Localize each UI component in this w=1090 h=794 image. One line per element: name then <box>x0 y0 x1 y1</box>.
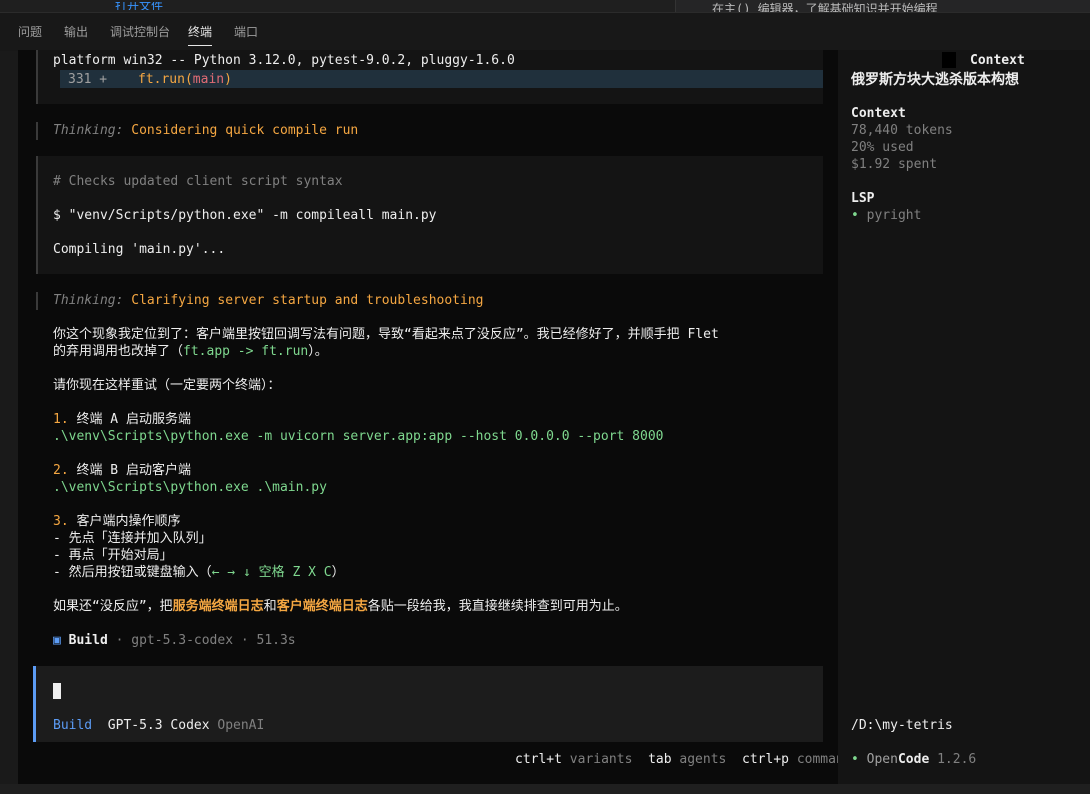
opencode-brand: • OpenCode 1.2.6 <box>851 752 977 767</box>
step-1-command: .\venv\Scripts\python.exe -m uvicorn ser… <box>53 429 664 444</box>
build-footer: ▣ Build · gpt-5.3-codex · 51.3s <box>53 632 296 649</box>
highlight-client-log: 客户端终端日志 <box>276 599 368 614</box>
context-used: 20% used <box>851 140 914 155</box>
platform-line: platform win32 -- Python 3.12.0, pytest-… <box>53 53 515 68</box>
message-line: 请你现在这样重试（一定要两个终端）： <box>53 378 281 393</box>
mode-label[interactable]: Build <box>53 718 92 733</box>
thinking-line-2: Thinking: Clarifying server startup and … <box>53 292 483 309</box>
open-file-link[interactable]: 打开文件 <box>115 2 175 10</box>
model-label[interactable]: GPT-5.3 Codex <box>108 718 210 733</box>
diff-code-call: ft.run( <box>138 72 193 87</box>
prompt-status: Build GPT-5.3 Codex OpenAI <box>53 717 264 734</box>
message-line: 你这个现象我定位到了：客户端里按钮回调写法有问题，导致“看起来点了没反应”。我已… <box>53 327 719 342</box>
tool-block-border <box>36 50 38 104</box>
lsp-heading: LSP <box>851 191 875 206</box>
message-line: 的弃用调用也改掉了（ft.app -> ft.run）。 <box>53 344 328 359</box>
step-2-command: .\venv\Scripts\python.exe .\main.py <box>53 480 327 495</box>
step-1-title: 1. 终端 A 启动服务端 <box>53 412 191 427</box>
step-3-item: - 先点「连接并加入队列」 <box>53 531 212 546</box>
diff-line-number: 331 + <box>68 72 108 87</box>
tab-debug-console[interactable]: 调试控制台 <box>110 25 170 39</box>
thinking-line-1: Thinking: Considering quick compile run <box>53 122 358 139</box>
step-3-title: 3. 客户端内操作顺序 <box>53 514 181 529</box>
message-line: 如果还“没反应”，把服务端终端日志和客户端终端日志各贴一段给我，我直接继续排查到… <box>53 599 628 614</box>
shortcut-key: ctrl+t <box>515 752 562 767</box>
status-dot-icon: • <box>851 208 859 223</box>
diff-code: ft.run(main) <box>138 71 232 88</box>
context-heading: Context <box>851 106 906 121</box>
editor-hint-pane: 在主() 编辑器，了解基础知识并开始编程 <box>675 0 1090 12</box>
shortcut-key: tab <box>648 752 672 767</box>
shortcut-key: ctrl+p <box>742 752 789 767</box>
sidebar-top-label: Context <box>970 53 1025 68</box>
editor-hint-text: 在主() 编辑器，了解基础知识并开始编程 <box>712 2 938 12</box>
sidebar-marker <box>942 52 956 68</box>
thinking-text: Clarifying server startup and troublesho… <box>131 293 484 308</box>
context-spent: $1.92 spent <box>851 157 938 172</box>
step-3-item: - 再点「开始对局」 <box>53 548 173 563</box>
thinking-prefix: Thinking: <box>53 123 124 138</box>
tab-output[interactable]: 输出 <box>64 25 88 39</box>
editor-top-strip: 打开文件 在主() 编辑器，了解基础知识并开始编程 <box>0 0 1090 12</box>
status-dot-icon: • <box>851 752 859 767</box>
tool-comment: # Checks updated client script syntax <box>53 174 343 189</box>
inline-code: ← → ↓ 空格 Z X C <box>211 565 332 580</box>
provider-label: OpenAI <box>217 718 265 733</box>
session-title: 俄罗斯方块大逃杀版本构想 <box>851 71 1019 87</box>
terminal-panel[interactable]: platform win32 -- Python 3.12.0, pytest-… <box>18 50 1090 784</box>
shortcut-hints: ctrl+t variants tab agents ctrl+p comman… <box>515 752 860 767</box>
tool-command: $ "venv/Scripts/python.exe" -m compileal… <box>53 208 437 223</box>
project-path: /D:\my-tetris <box>851 718 953 733</box>
prompt-input-accent <box>33 666 36 742</box>
inline-code: ft.app -> ft.run <box>183 344 309 359</box>
thinking-border <box>36 122 38 140</box>
bottom-strip <box>0 784 1090 794</box>
context-tokens: 78,440 tokens <box>851 123 953 138</box>
panel-tabbar: 问题 输出 调试控制台 终端 端口 <box>0 12 1090 51</box>
diff-code-close: ) <box>224 72 232 87</box>
compile-block-border <box>36 156 38 274</box>
diff-code-arg: main <box>192 72 225 87</box>
text-cursor <box>53 683 61 699</box>
build-icon: ▣ <box>53 633 61 648</box>
version-label: 1.2.6 <box>937 752 977 767</box>
thinking-text: Considering quick compile run <box>131 123 359 138</box>
thinking-border <box>36 292 38 310</box>
highlight-server-log: 服务端终端日志 <box>172 599 264 614</box>
thinking-prefix: Thinking: <box>53 293 124 308</box>
tab-ports[interactable]: 端口 <box>234 25 258 39</box>
build-label: Build <box>68 633 108 648</box>
tool-output: Compiling 'main.py'... <box>53 242 226 257</box>
step-2-title: 2. 终端 B 启动客户端 <box>53 463 191 478</box>
tab-problems[interactable]: 问题 <box>18 25 42 39</box>
build-meta: · gpt-5.3-codex · 51.3s <box>107 633 296 648</box>
lsp-item: • pyright <box>851 208 922 223</box>
tab-terminal[interactable]: 终端 <box>188 25 213 46</box>
step-3-item: - 然后用按钮或键盘输入（← → ↓ 空格 Z X C） <box>53 565 345 580</box>
